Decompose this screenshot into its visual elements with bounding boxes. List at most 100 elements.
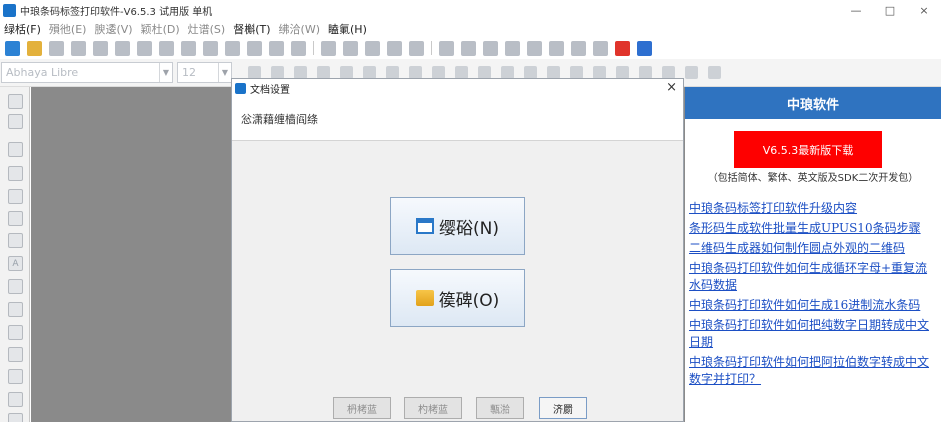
copy-page-icon[interactable] (159, 40, 174, 56)
undo-icon[interactable] (269, 40, 284, 56)
arc-icon[interactable] (8, 392, 23, 407)
grid-icon[interactable] (181, 40, 196, 56)
title-bar: 中琅条码标签打印软件-V6.5.3 试用版 单机 — □ × (0, 0, 941, 20)
dialog-cancel-button[interactable]: 济罽 (539, 397, 587, 419)
barcode-icon[interactable] (8, 211, 23, 226)
font-size-select[interactable]: 12 ▼ (177, 62, 232, 83)
news-link[interactable]: 二维码生成器如何制作圆点外观的二维码 (685, 240, 937, 257)
image-icon[interactable] (8, 302, 23, 317)
distribute-icon[interactable] (549, 40, 564, 56)
copy-icon[interactable] (225, 40, 240, 56)
lock-icon[interactable] (571, 40, 586, 56)
close-icon[interactable]: × (666, 80, 677, 95)
font-family-select[interactable]: Abhaya Libre ▼ (1, 62, 173, 83)
window-title: 中琅条码标签打印软件-V6.5.3 试用版 单机 (20, 6, 213, 18)
news-link[interactable]: 中琅条码标签打印软件升级内容 (685, 200, 937, 217)
document-settings-dialog: 文档设置 × 忩潇藉缠樯阎绦 缨硲(N) 篌碑(O) 枬栲蓝 杓栲蓝 甎湁 济罽 (231, 78, 684, 422)
pan-icon[interactable] (8, 114, 23, 129)
dialog-finish-button[interactable]: 甎湁 (476, 397, 524, 419)
database-icon[interactable] (637, 40, 652, 56)
dialog-title-bar: 文档设置 × (232, 79, 683, 97)
menu-settings[interactable]: 灶谱(S) (188, 21, 226, 37)
minimize-button[interactable]: — (839, 0, 873, 20)
menu-bar: 绿栝(F) 殞彵(E) 腴逶(V) 颖杜(D) 灶谱(S) 督槲(T) 绋洽(W… (0, 20, 941, 37)
maximize-button[interactable]: □ (873, 0, 907, 20)
settings-icon[interactable] (71, 40, 86, 56)
line-icon[interactable] (8, 142, 23, 157)
news-link[interactable]: 中琅条码打印软件如何把纯数字日期转成中文日期 (685, 317, 937, 351)
qrcode-icon[interactable] (8, 233, 23, 248)
fit-page-icon[interactable] (409, 40, 424, 56)
align-top-icon[interactable] (483, 40, 498, 56)
pdf-icon[interactable] (615, 40, 630, 56)
toolbar-divider (431, 41, 432, 55)
download-note: （包括简体、繁体、英文版及SDK二次开发包） (707, 173, 919, 184)
menu-tools[interactable]: 督槲(T) (233, 21, 270, 37)
dialog-prev-button[interactable]: 枬栲蓝 (333, 397, 391, 419)
dialog-next-button[interactable]: 杓栲蓝 (404, 397, 462, 419)
more-icon[interactable] (8, 413, 23, 422)
tool-palette: A (0, 87, 30, 422)
close-window-button[interactable]: × (907, 0, 941, 20)
ellipse-icon[interactable] (8, 189, 23, 204)
polyline-icon[interactable] (8, 369, 23, 384)
window-controls: — □ × (839, 0, 941, 20)
zoom-out-icon[interactable] (343, 40, 358, 56)
new-document-button[interactable]: 缨硲(N) (390, 197, 525, 255)
page-icon[interactable] (137, 40, 152, 56)
dialog-app-icon (235, 82, 246, 94)
font-family-value: Abhaya Libre (6, 66, 79, 79)
news-link[interactable]: 中琅条码打印软件如何生成循环字母+重复流水码数据 (685, 260, 937, 294)
new-document-icon (416, 218, 434, 234)
dialog-banner: 忩潇藉缠樯阎绦 (232, 97, 683, 141)
save-icon[interactable] (49, 40, 64, 56)
paste-icon[interactable] (247, 40, 262, 56)
zoom-fit-icon[interactable] (365, 40, 380, 56)
pointer-icon[interactable] (8, 94, 23, 109)
new-document-label: 缨硲(N) (439, 218, 499, 239)
chevron-down-icon[interactable]: ▼ (218, 63, 231, 82)
rectangle-icon[interactable] (8, 166, 23, 181)
menu-file[interactable]: 绿栝(F) (4, 21, 41, 37)
download-button[interactable]: V6.5.3最新版下载 (734, 131, 882, 168)
news-link[interactable]: 中琅条码打印软件如何生成16进制流水条码 (685, 297, 937, 314)
menu-design[interactable]: 颖杜(D) (141, 21, 180, 37)
news-panel: 中琅软件 V6.5.3最新版下载 （包括简体、繁体、英文版及SDK二次开发包） … (685, 87, 941, 422)
print-preview-icon[interactable] (115, 40, 130, 56)
align-bottom-icon[interactable] (505, 40, 520, 56)
open-document-button[interactable]: 篌碑(O) (390, 269, 525, 327)
text-icon[interactable]: A (8, 256, 23, 271)
multiline-text-icon[interactable] (8, 279, 23, 294)
align-left-icon[interactable] (439, 40, 454, 56)
zoom-reset-icon[interactable] (387, 40, 402, 56)
align-right-icon[interactable] (461, 40, 476, 56)
align-center-icon[interactable] (527, 40, 542, 56)
menu-window[interactable]: 绋洽(W) (279, 21, 320, 37)
shape-icon[interactable] (8, 325, 23, 340)
menu-view[interactable]: 腴逶(V) (94, 21, 132, 37)
new-icon[interactable] (5, 40, 20, 56)
redo-icon[interactable] (291, 40, 306, 56)
layer-top-icon[interactable] (708, 66, 721, 79)
news-link[interactable]: 中琅条码打印软件如何把阿拉伯数字转成中文数字并打印？ (685, 354, 937, 388)
dialog-title: 文档设置 (250, 84, 290, 96)
chevron-down-icon[interactable]: ▼ (159, 63, 172, 82)
font-size-value: 12 (182, 66, 196, 79)
menu-help[interactable]: 瞌氭(H) (328, 21, 367, 37)
cut-icon[interactable] (203, 40, 218, 56)
open-document-label: 篌碑(O) (438, 290, 500, 311)
toolbar-divider (313, 41, 314, 55)
app-window: 中琅条码标签打印软件-V6.5.3 试用版 单机 — □ × 绿栝(F) 殞彵(… (0, 0, 941, 422)
app-logo-icon (3, 3, 16, 17)
news-links: 中琅条码标签打印软件升级内容 条形码生成软件批量生成UPUS10条码步骤 二维码… (685, 200, 937, 391)
layer-down-icon[interactable] (685, 66, 698, 79)
open-icon[interactable] (27, 40, 42, 56)
main-toolbar (0, 37, 941, 59)
panel-header: 中琅软件 (685, 87, 941, 119)
table-icon[interactable] (8, 347, 23, 362)
menu-edit[interactable]: 殞彵(E) (49, 21, 87, 37)
group-icon[interactable] (593, 40, 608, 56)
print-icon[interactable] (93, 40, 108, 56)
news-link[interactable]: 条形码生成软件批量生成UPUS10条码步骤 (685, 220, 937, 237)
zoom-in-icon[interactable] (321, 40, 336, 56)
